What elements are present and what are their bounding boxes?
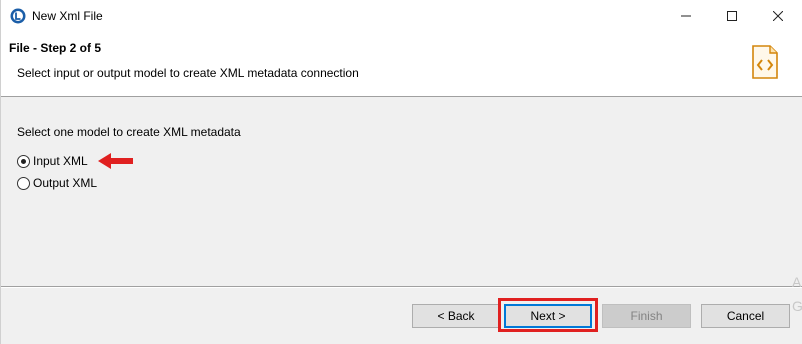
cancel-button[interactable]: Cancel	[701, 304, 790, 328]
input-xml-option[interactable]: Input XML	[17, 153, 88, 169]
watermark-text: G	[792, 298, 802, 314]
back-button[interactable]: < Back	[412, 304, 500, 328]
xml-file-icon	[752, 45, 778, 79]
input-xml-label[interactable]: Input XML	[33, 154, 88, 168]
red-arrow-annotation-icon	[98, 153, 133, 169]
maximize-icon	[727, 11, 737, 21]
app-icon	[10, 8, 26, 24]
next-button-highlight-box	[498, 298, 598, 332]
dialog-window: New Xml File File - Step 2 of 5 Select i…	[0, 0, 802, 344]
step-title: File - Step 2 of 5	[9, 41, 102, 55]
finish-button: Finish	[602, 304, 691, 328]
wizard-header: File - Step 2 of 5 Select input or outpu…	[1, 32, 802, 97]
footer-separator-highlight	[1, 287, 802, 288]
step-description: Select input or output model to create X…	[17, 66, 359, 80]
window-title: New Xml File	[32, 9, 103, 23]
close-button[interactable]	[755, 0, 801, 32]
input-xml-radio[interactable]	[17, 154, 30, 168]
minimize-button[interactable]	[663, 0, 709, 32]
watermark-text: A	[792, 274, 802, 290]
maximize-button[interactable]	[709, 0, 755, 32]
model-prompt: Select one model to create XML metadata	[17, 125, 241, 139]
output-xml-option[interactable]: Output XML	[17, 175, 97, 191]
title-bar: New Xml File	[1, 0, 802, 32]
content-area: Select one model to create XML metadata …	[1, 98, 802, 284]
output-xml-label[interactable]: Output XML	[33, 176, 97, 190]
minimize-icon	[681, 15, 691, 17]
output-xml-radio[interactable]	[17, 176, 30, 190]
close-icon	[773, 11, 783, 21]
